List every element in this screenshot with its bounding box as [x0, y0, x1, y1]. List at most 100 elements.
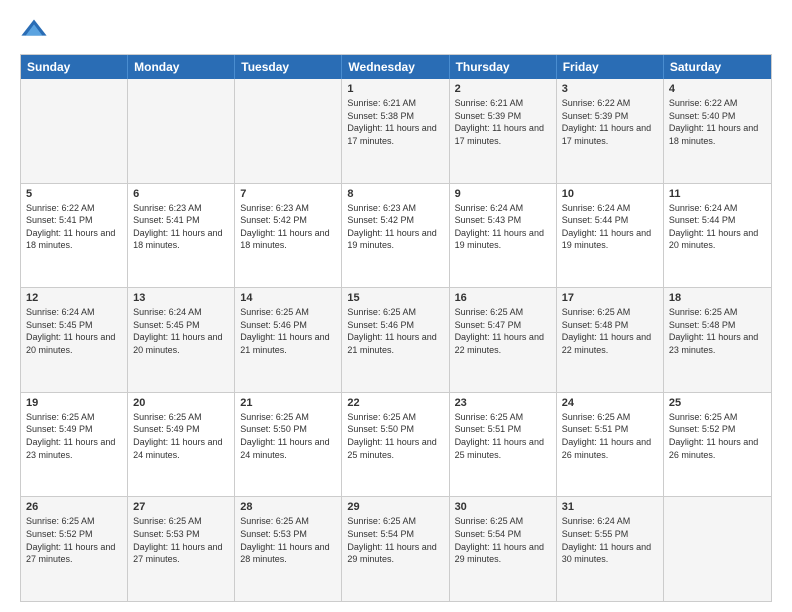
day-number: 14: [240, 292, 336, 304]
cal-cell-4-4: 30 Sunrise: 6:25 AM Sunset: 5:54 PM Dayli…: [450, 497, 557, 601]
cal-cell-3-1: 20 Sunrise: 6:25 AM Sunset: 5:49 PM Dayli…: [128, 393, 235, 497]
cal-header-sunday: Sunday: [21, 55, 128, 79]
cal-header-monday: Monday: [128, 55, 235, 79]
cal-cell-4-1: 27 Sunrise: 6:25 AM Sunset: 5:53 PM Dayli…: [128, 497, 235, 601]
cal-header-saturday: Saturday: [664, 55, 771, 79]
cal-cell-1-4: 9 Sunrise: 6:24 AM Sunset: 5:43 PM Daylig…: [450, 184, 557, 288]
logo: [20, 16, 52, 44]
cell-info: Sunrise: 6:23 AM Sunset: 5:42 PM Dayligh…: [240, 202, 336, 252]
cell-info: Sunrise: 6:25 AM Sunset: 5:54 PM Dayligh…: [455, 515, 551, 565]
cal-cell-0-4: 2Sunrise: 6:21 AM Sunset: 5:39 PM Daylig…: [450, 79, 557, 183]
day-number: 3: [562, 83, 658, 95]
cell-info: Sunrise: 6:25 AM Sunset: 5:53 PM Dayligh…: [133, 515, 229, 565]
day-number: 6: [133, 188, 229, 200]
cell-info: Sunrise: 6:25 AM Sunset: 5:51 PM Dayligh…: [455, 411, 551, 461]
day-number: 20: [133, 397, 229, 409]
cal-cell-0-2: [235, 79, 342, 183]
cell-info: Sunrise: 6:25 AM Sunset: 5:53 PM Dayligh…: [240, 515, 336, 565]
cell-info: Sunrise: 6:25 AM Sunset: 5:50 PM Dayligh…: [347, 411, 443, 461]
day-number: 24: [562, 397, 658, 409]
cell-info: Sunrise: 6:24 AM Sunset: 5:45 PM Dayligh…: [133, 306, 229, 356]
day-number: 16: [455, 292, 551, 304]
cell-info: Sunrise: 6:25 AM Sunset: 5:52 PM Dayligh…: [26, 515, 122, 565]
cell-info: Sunrise: 6:24 AM Sunset: 5:45 PM Dayligh…: [26, 306, 122, 356]
day-number: 4: [669, 83, 766, 95]
cell-info: Sunrise: 6:25 AM Sunset: 5:46 PM Dayligh…: [240, 306, 336, 356]
cal-cell-2-6: 18 Sunrise: 6:25 AM Sunset: 5:48 PM Dayli…: [664, 288, 771, 392]
day-number: 2: [455, 83, 551, 95]
cal-cell-4-5: 31 Sunrise: 6:24 AM Sunset: 5:55 PM Dayli…: [557, 497, 664, 601]
cell-info: Sunrise: 6:22 AM Sunset: 5:39 PM Dayligh…: [562, 97, 658, 147]
day-number: 10: [562, 188, 658, 200]
cal-cell-0-5: 3 Sunrise: 6:22 AM Sunset: 5:39 PM Daylig…: [557, 79, 664, 183]
cal-header-friday: Friday: [557, 55, 664, 79]
cal-cell-1-0: 5 Sunrise: 6:22 AM Sunset: 5:41 PM Daylig…: [21, 184, 128, 288]
cell-info: Sunrise: 6:22 AM Sunset: 5:40 PM Dayligh…: [669, 97, 766, 147]
cal-row-0: 1Sunrise: 6:21 AM Sunset: 5:38 PM Daylig…: [21, 79, 771, 183]
cal-cell-1-5: 10Sunrise: 6:24 AM Sunset: 5:44 PM Dayli…: [557, 184, 664, 288]
cal-cell-3-4: 23Sunrise: 6:25 AM Sunset: 5:51 PM Dayli…: [450, 393, 557, 497]
cell-info: Sunrise: 6:25 AM Sunset: 5:49 PM Dayligh…: [133, 411, 229, 461]
day-number: 19: [26, 397, 122, 409]
cal-cell-2-1: 13Sunrise: 6:24 AM Sunset: 5:45 PM Dayli…: [128, 288, 235, 392]
cal-cell-4-6: [664, 497, 771, 601]
calendar: SundayMondayTuesdayWednesdayThursdayFrid…: [20, 54, 772, 602]
day-number: 15: [347, 292, 443, 304]
cal-cell-3-5: 24Sunrise: 6:25 AM Sunset: 5:51 PM Dayli…: [557, 393, 664, 497]
cal-cell-0-0: [21, 79, 128, 183]
cell-info: Sunrise: 6:25 AM Sunset: 5:46 PM Dayligh…: [347, 306, 443, 356]
cal-cell-1-3: 8Sunrise: 6:23 AM Sunset: 5:42 PM Daylig…: [342, 184, 449, 288]
cal-cell-2-4: 16 Sunrise: 6:25 AM Sunset: 5:47 PM Dayli…: [450, 288, 557, 392]
day-number: 5: [26, 188, 122, 200]
day-number: 12: [26, 292, 122, 304]
page: SundayMondayTuesdayWednesdayThursdayFrid…: [0, 0, 792, 612]
cal-cell-0-6: 4 Sunrise: 6:22 AM Sunset: 5:40 PM Daylig…: [664, 79, 771, 183]
cal-cell-3-0: 19 Sunrise: 6:25 AM Sunset: 5:49 PM Dayli…: [21, 393, 128, 497]
day-number: 8: [347, 188, 443, 200]
cal-cell-3-6: 25 Sunrise: 6:25 AM Sunset: 5:52 PM Dayli…: [664, 393, 771, 497]
day-number: 26: [26, 501, 122, 513]
cell-info: Sunrise: 6:23 AM Sunset: 5:41 PM Dayligh…: [133, 202, 229, 252]
cell-info: Sunrise: 6:25 AM Sunset: 5:52 PM Dayligh…: [669, 411, 766, 461]
cal-cell-1-2: 7 Sunrise: 6:23 AM Sunset: 5:42 PM Daylig…: [235, 184, 342, 288]
day-number: 11: [669, 188, 766, 200]
cell-info: Sunrise: 6:25 AM Sunset: 5:48 PM Dayligh…: [562, 306, 658, 356]
day-number: 21: [240, 397, 336, 409]
day-number: 25: [669, 397, 766, 409]
cal-cell-1-6: 11 Sunrise: 6:24 AM Sunset: 5:44 PM Dayli…: [664, 184, 771, 288]
day-number: 29: [347, 501, 443, 513]
cal-cell-2-0: 12 Sunrise: 6:24 AM Sunset: 5:45 PM Dayli…: [21, 288, 128, 392]
cal-cell-2-3: 15 Sunrise: 6:25 AM Sunset: 5:46 PM Dayli…: [342, 288, 449, 392]
cal-cell-0-3: 1Sunrise: 6:21 AM Sunset: 5:38 PM Daylig…: [342, 79, 449, 183]
cell-info: Sunrise: 6:25 AM Sunset: 5:50 PM Dayligh…: [240, 411, 336, 461]
cell-info: Sunrise: 6:24 AM Sunset: 5:44 PM Dayligh…: [669, 202, 766, 252]
cal-cell-3-2: 21 Sunrise: 6:25 AM Sunset: 5:50 PM Dayli…: [235, 393, 342, 497]
cell-info: Sunrise: 6:25 AM Sunset: 5:49 PM Dayligh…: [26, 411, 122, 461]
calendar-body: 1Sunrise: 6:21 AM Sunset: 5:38 PM Daylig…: [21, 79, 771, 601]
day-number: 30: [455, 501, 551, 513]
day-number: 31: [562, 501, 658, 513]
day-number: 17: [562, 292, 658, 304]
cal-cell-3-3: 22Sunrise: 6:25 AM Sunset: 5:50 PM Dayli…: [342, 393, 449, 497]
cal-header-tuesday: Tuesday: [235, 55, 342, 79]
day-number: 9: [455, 188, 551, 200]
cal-row-4: 26 Sunrise: 6:25 AM Sunset: 5:52 PM Dayli…: [21, 496, 771, 601]
cell-info: Sunrise: 6:24 AM Sunset: 5:55 PM Dayligh…: [562, 515, 658, 565]
cal-row-3: 19 Sunrise: 6:25 AM Sunset: 5:49 PM Dayli…: [21, 392, 771, 497]
calendar-header-row: SundayMondayTuesdayWednesdayThursdayFrid…: [21, 55, 771, 79]
cell-info: Sunrise: 6:22 AM Sunset: 5:41 PM Dayligh…: [26, 202, 122, 252]
day-number: 27: [133, 501, 229, 513]
cal-cell-0-1: [128, 79, 235, 183]
day-number: 18: [669, 292, 766, 304]
day-number: 7: [240, 188, 336, 200]
cell-info: Sunrise: 6:25 AM Sunset: 5:48 PM Dayligh…: [669, 306, 766, 356]
cal-header-wednesday: Wednesday: [342, 55, 449, 79]
cell-info: Sunrise: 6:25 AM Sunset: 5:47 PM Dayligh…: [455, 306, 551, 356]
cal-cell-1-1: 6 Sunrise: 6:23 AM Sunset: 5:41 PM Daylig…: [128, 184, 235, 288]
cell-info: Sunrise: 6:25 AM Sunset: 5:54 PM Dayligh…: [347, 515, 443, 565]
cal-cell-4-0: 26 Sunrise: 6:25 AM Sunset: 5:52 PM Dayli…: [21, 497, 128, 601]
cal-header-thursday: Thursday: [450, 55, 557, 79]
cell-info: Sunrise: 6:24 AM Sunset: 5:43 PM Dayligh…: [455, 202, 551, 252]
day-number: 1: [347, 83, 443, 95]
cal-cell-4-3: 29 Sunrise: 6:25 AM Sunset: 5:54 PM Dayli…: [342, 497, 449, 601]
